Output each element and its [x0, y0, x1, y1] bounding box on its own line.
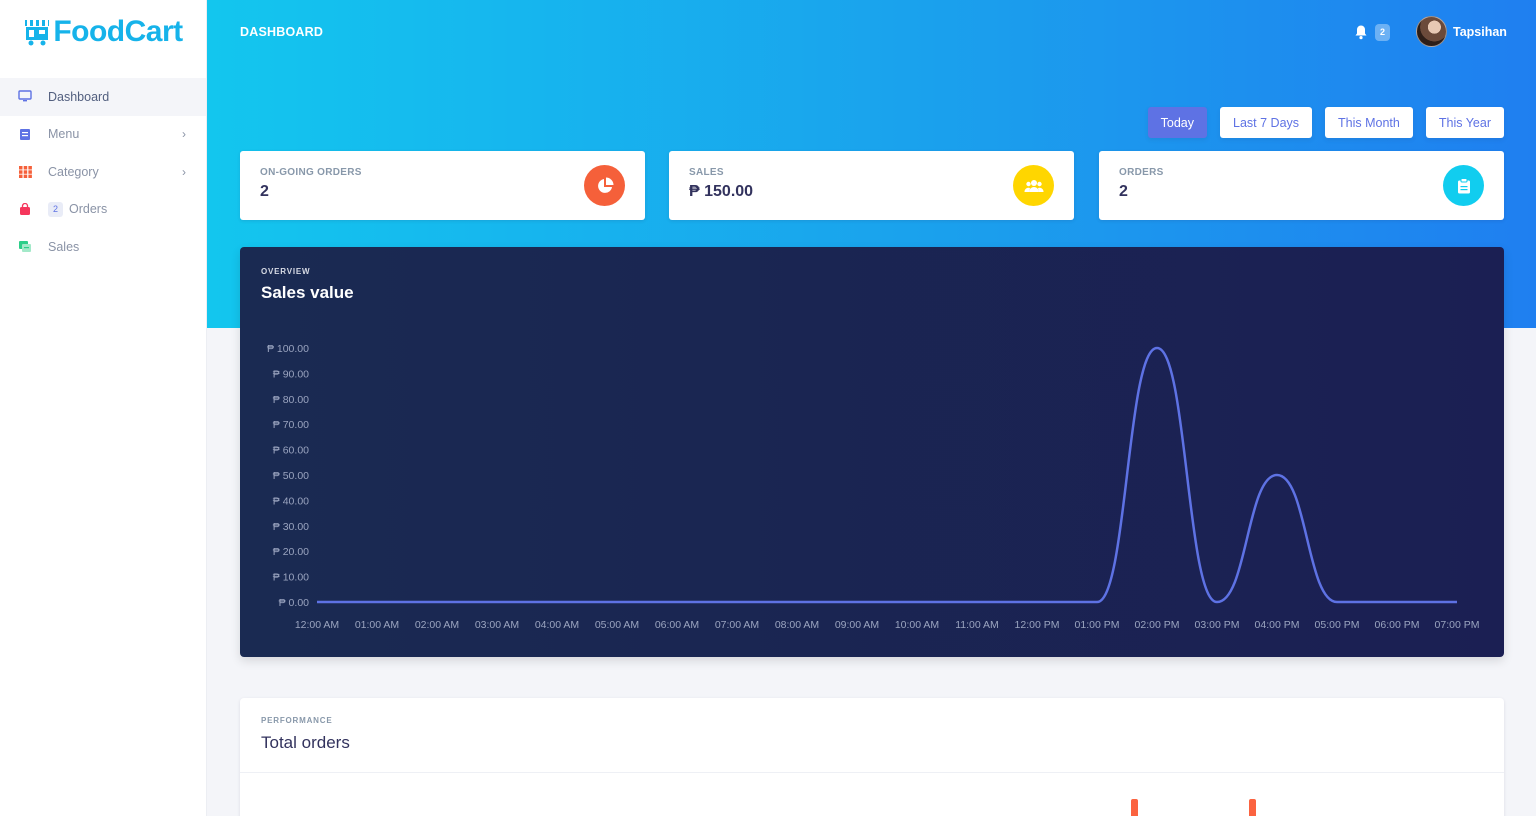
x-tick-label: 03:00 AM — [475, 619, 519, 631]
date-filter-group: Today Last 7 Days This Month This Year — [1147, 107, 1504, 138]
grid-icon — [18, 165, 32, 179]
avatar[interactable] — [1416, 16, 1447, 47]
total-orders-card: PERFORMANCE Total orders — [240, 698, 1504, 816]
sales-line-chart[interactable]: ₱ 0.00 ₱ 10.00 ₱ 20.00 ₱ 30.00 ₱ 40.00 ₱ 50.0… — [240, 247, 1504, 657]
x-tick-label: 04:00 AM — [535, 619, 579, 631]
pie-chart-icon — [584, 165, 625, 206]
sidebar-item-menu[interactable]: Menu › — [0, 116, 206, 154]
sidebar-item-label: Dashboard — [48, 89, 110, 104]
filter-today-button[interactable]: Today — [1147, 107, 1208, 138]
x-tick-label: 05:00 PM — [1315, 619, 1360, 631]
stat-label: ON-GOING ORDERS — [260, 167, 362, 178]
x-tick-label: 06:00 PM — [1375, 619, 1420, 631]
y-tick-label: ₱ 80.00 — [273, 394, 309, 406]
bell-icon[interactable] — [1354, 24, 1368, 40]
clipboard-icon — [1443, 165, 1484, 206]
user-name[interactable]: Tapsihan — [1453, 25, 1507, 39]
stat-card-sales: SALES ₱ 150.00 — [669, 151, 1074, 220]
chevron-right-icon: › — [182, 164, 186, 179]
y-tick-label: ₱ 40.00 — [273, 495, 309, 507]
x-tick-label: 07:00 PM — [1435, 619, 1480, 631]
y-tick-label: ₱ 100.00 — [267, 343, 309, 355]
x-tick-label: 08:00 AM — [775, 619, 819, 631]
stat-value: ₱ 150.00 — [689, 183, 754, 200]
y-tick-label: ₱ 10.00 — [273, 572, 309, 584]
x-tick-label: 10:00 AM — [895, 619, 939, 631]
sidebar-item-label: Category — [48, 164, 99, 179]
notification-badge: 2 — [1375, 24, 1390, 41]
chevron-right-icon: › — [182, 127, 186, 142]
x-tick-label: 06:00 AM — [655, 619, 699, 631]
x-tick-label: 09:00 AM — [835, 619, 879, 631]
monitor-icon — [18, 90, 32, 104]
sales-value-card: OVERVIEW Sales value ₱ 0.00 ₱ 10.00 ₱ 20.0… — [240, 247, 1504, 657]
stat-label: ORDERS — [1119, 167, 1164, 178]
x-tick-label: 12:00 AM — [295, 619, 339, 631]
y-tick-label: ₱ 90.00 — [273, 368, 309, 380]
y-tick-label: ₱ 70.00 — [273, 419, 309, 431]
x-tick-label: 04:00 PM — [1255, 619, 1300, 631]
filter-this-year-button[interactable]: This Year — [1425, 107, 1504, 138]
chart-bar — [1131, 799, 1138, 816]
bag-icon — [18, 202, 32, 216]
y-tick-label: ₱ 30.00 — [273, 521, 309, 533]
logo[interactable]: FoodCart — [0, 0, 206, 62]
filter-this-month-button[interactable]: This Month — [1325, 107, 1413, 138]
sidebar-item-dashboard[interactable]: Dashboard — [0, 78, 206, 116]
sidebar-item-label: Menu — [48, 127, 80, 142]
y-tick-label: ₱ 60.00 — [273, 445, 309, 457]
sidebar-item-sales[interactable]: Sales — [0, 228, 206, 266]
sales-line-series — [317, 346, 1457, 604]
stat-value: 2 — [1119, 183, 1128, 200]
filter-last-7-days-button[interactable]: Last 7 Days — [1220, 107, 1313, 138]
sidebar: FoodCart Dashboard Menu › Category › 2 O… — [0, 0, 207, 816]
menu-book-icon — [18, 127, 32, 141]
y-tick-label: ₱ 0.00 — [279, 597, 310, 609]
x-tick-label: 02:00 AM — [415, 619, 459, 631]
sidebar-item-category[interactable]: Category › — [0, 153, 206, 191]
sidebar-item-label: Orders — [69, 202, 108, 217]
x-tick-label: 03:00 PM — [1195, 619, 1240, 631]
stat-card-orders: ORDERS 2 — [1099, 151, 1504, 220]
y-tick-label: ₱ 50.00 — [273, 470, 309, 482]
users-icon — [1013, 165, 1054, 206]
sidebar-item-orders[interactable]: 2 Orders — [0, 191, 206, 229]
page-title: DASHBOARD — [240, 25, 324, 39]
x-tick-label: 05:00 AM — [595, 619, 639, 631]
x-tick-label: 01:00 PM — [1075, 619, 1120, 631]
total-orders-bar-chart[interactable] — [240, 698, 1504, 816]
sidebar-nav: Dashboard Menu › Category › 2 Orders Sal… — [0, 78, 206, 266]
x-tick-label: 12:00 PM — [1015, 619, 1060, 631]
stat-card-ongoing-orders: ON-GOING ORDERS 2 — [240, 151, 645, 220]
sales-icon — [18, 240, 32, 254]
logo-text: FoodCart — [53, 15, 183, 48]
x-tick-label: 01:00 AM — [355, 619, 399, 631]
y-tick-label: ₱ 20.00 — [273, 546, 309, 558]
sidebar-item-label: Sales — [48, 239, 80, 254]
cart-logo-icon — [25, 20, 50, 46]
x-tick-label: 07:00 AM — [715, 619, 759, 631]
x-tick-label: 02:00 PM — [1135, 619, 1180, 631]
stat-value: 2 — [260, 183, 269, 200]
x-tick-label: 11:00 AM — [955, 619, 999, 631]
orders-count-badge: 2 — [48, 201, 63, 217]
stat-label: SALES — [689, 167, 724, 178]
chart-bar — [1249, 799, 1256, 816]
